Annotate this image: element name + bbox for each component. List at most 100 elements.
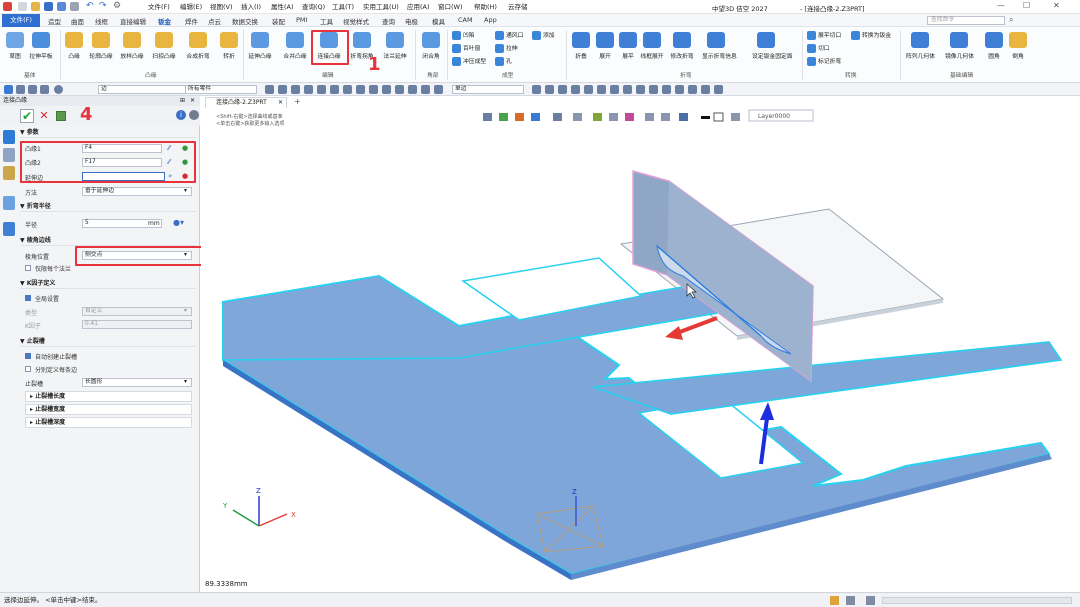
relief-length-group[interactable]: ▸ 止裂槽长度	[25, 391, 192, 402]
edge-icon[interactable]	[330, 85, 339, 94]
ok-button[interactable]: ✔	[20, 109, 34, 123]
ortho-icon[interactable]	[675, 85, 684, 94]
intersection-icon[interactable]	[610, 85, 619, 94]
tab-app[interactable]: App	[484, 16, 497, 24]
bend-info-button[interactable]: 显示折弯信息	[702, 30, 737, 70]
loft-flange-button[interactable]: 放样凸缘	[118, 30, 146, 70]
tab-point-cloud[interactable]: 点云	[208, 16, 221, 26]
vertical-flange-front[interactable]	[667, 181, 813, 381]
line-icon[interactable]	[291, 85, 300, 94]
chevron-down-icon[interactable]: ▾	[184, 187, 187, 194]
maximize-icon[interactable]: ☐	[1023, 1, 1030, 10]
tab-direct-edit[interactable]: 直接编辑	[120, 16, 146, 26]
apply-button[interactable]	[56, 111, 66, 121]
lower-arm-face[interactable]	[592, 341, 1063, 415]
auto-relief-checkbox[interactable]	[25, 353, 31, 359]
convert-sheet-metal-button[interactable]: 转换为钣金	[851, 30, 891, 41]
tab-image-icon[interactable]	[3, 196, 15, 210]
track-icon[interactable]	[701, 85, 710, 94]
color-swatch[interactable]	[713, 112, 724, 122]
section-edge-line[interactable]: ▼ 棱角边线	[20, 236, 196, 246]
merge-flange-button[interactable]: 合并凸缘	[281, 30, 309, 70]
vent-button[interactable]: 通风口	[495, 30, 523, 41]
view-tool-icon[interactable]	[515, 113, 524, 121]
document-tab[interactable]: 连接凸缘-2.Z3PRT ✕	[205, 97, 287, 108]
status-icon[interactable]	[866, 596, 875, 605]
menu-window[interactable]: 窗口(W)	[438, 0, 463, 14]
new-file-icon[interactable]	[18, 2, 27, 11]
relief-type-select[interactable]: 长圆形	[82, 378, 192, 387]
pointer-icon[interactable]	[4, 85, 13, 94]
tab-user-icon[interactable]	[3, 222, 15, 236]
menu-edit[interactable]: 编辑(E)	[180, 0, 202, 14]
nearest-icon[interactable]	[636, 85, 645, 94]
chevron-down-icon[interactable]: ▾	[184, 307, 187, 314]
grid-icon[interactable]	[40, 85, 49, 94]
tab-visual-style[interactable]: 视觉样式	[343, 16, 369, 26]
status-icon[interactable]	[846, 596, 855, 605]
menu-query[interactable]: 查询(Q)	[302, 0, 325, 14]
tab-modeling[interactable]: 造型	[48, 16, 61, 26]
menu-file[interactable]: 文件(F)	[148, 0, 170, 14]
type-select[interactable]: 自定义	[82, 307, 192, 316]
view-tool-icon[interactable]	[483, 113, 492, 121]
minimize-icon[interactable]: —	[997, 1, 1005, 10]
section-k-factor[interactable]: ▼ K因子定义	[20, 279, 196, 289]
view-tool-icon[interactable]	[593, 113, 602, 121]
undo-icon[interactable]: ↶	[86, 2, 95, 11]
filter-icon[interactable]	[16, 85, 25, 94]
tab-data-exchange[interactable]: 数据交换	[232, 16, 258, 26]
view-tool-icon[interactable]	[679, 113, 688, 121]
radius-options-icon[interactable]: ●▾	[173, 218, 184, 227]
tab-properties-icon[interactable]	[3, 148, 15, 162]
menu-cloud[interactable]: 云存储	[508, 0, 528, 14]
menu-utilities[interactable]: 实用工具(U)	[363, 0, 399, 14]
section-params[interactable]: ▼ 参数	[20, 128, 196, 138]
info-icon[interactable]: i	[176, 110, 186, 120]
dim-icon[interactable]	[382, 85, 391, 94]
chamfer-button[interactable]: 倒角	[1004, 30, 1032, 70]
cut-button[interactable]: 切口	[807, 43, 830, 54]
flange-button[interactable]: 凸缘	[60, 30, 88, 70]
tab-file[interactable]: 文件(F)	[2, 14, 40, 27]
tab-sheet-metal[interactable]: 钣金	[158, 16, 171, 26]
k-factor-input[interactable]: 0.41	[82, 320, 192, 329]
hole-button[interactable]: 孔	[495, 56, 512, 67]
extension-icon[interactable]	[649, 85, 658, 94]
view-tool-icon[interactable]	[661, 113, 670, 121]
midpoint-icon[interactable]	[584, 85, 593, 94]
menu-view[interactable]: 视图(V)	[210, 0, 233, 14]
sketch-filter-icon[interactable]	[434, 85, 443, 94]
model-canvas[interactable]: Layer0000 <Shift-右键>选择曲线或基准 <单击右键>获取更多输入…	[201, 96, 1080, 592]
open-file-icon[interactable]	[31, 2, 40, 11]
tab-tools[interactable]: 工具	[320, 16, 333, 26]
pick-icon[interactable]	[28, 85, 37, 94]
chevron-down-icon[interactable]: ▾	[184, 251, 187, 258]
global-settings-checkbox[interactable]	[25, 295, 31, 301]
view-tool-icon[interactable]	[531, 113, 540, 121]
cancel-button[interactable]: ✕	[38, 109, 50, 123]
gear-icon[interactable]: ⚙	[113, 2, 122, 11]
snap-mode-icon[interactable]	[532, 85, 541, 94]
help-icon[interactable]	[189, 110, 199, 120]
mirror-geometry-button[interactable]: 镜像几何体	[945, 30, 974, 70]
tab-query[interactable]: 查询	[382, 16, 395, 26]
menu-apps[interactable]: 应用(A)	[407, 0, 430, 14]
flange-extend-button[interactable]: 法兰延伸	[381, 30, 409, 70]
origin-icon[interactable]	[395, 85, 404, 94]
angle-icon[interactable]	[545, 85, 554, 94]
curve-icon[interactable]	[408, 85, 417, 94]
view-tool-icon[interactable]	[573, 113, 582, 121]
save-icon[interactable]	[44, 2, 53, 11]
vertex-icon[interactable]	[369, 85, 378, 94]
menu-tools[interactable]: 工具(T)	[332, 0, 354, 14]
closed-corner-button[interactable]: 闭合角	[417, 30, 445, 70]
extend-flange-button[interactable]: 延伸凸缘	[246, 30, 274, 70]
feature-icon[interactable]	[421, 85, 430, 94]
section-relief[interactable]: ▼ 止裂槽	[20, 337, 196, 347]
stretch-button[interactable]: 拉伸	[495, 43, 518, 54]
coord-icon[interactable]	[714, 85, 723, 94]
center-icon[interactable]	[597, 85, 606, 94]
tab-wireframe[interactable]: 线框	[95, 16, 108, 26]
status-icon[interactable]	[830, 596, 839, 605]
